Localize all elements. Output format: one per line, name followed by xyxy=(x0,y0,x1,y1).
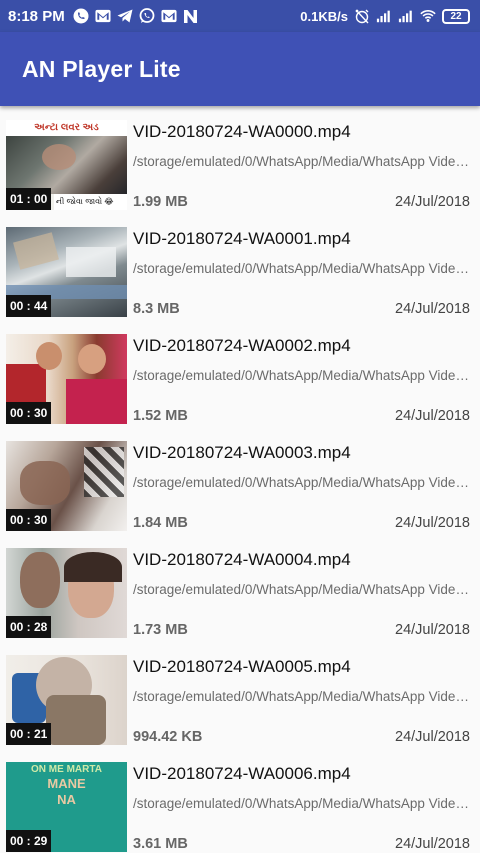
video-title: VID-20180724-WA0006.mp4 xyxy=(133,764,351,783)
duration-badge: 00 : 44 xyxy=(6,295,52,317)
status-bar: 8:18 PM 0.1KB/s 22 xyxy=(0,0,480,32)
video-size: 8.3 MB xyxy=(133,301,180,317)
video-thumbnail: 00 : 44 xyxy=(6,227,127,317)
battery-icon: 22 xyxy=(442,8,470,24)
thumbnail-caption-mid: MANE xyxy=(47,776,86,791)
signal-icon xyxy=(398,8,414,24)
thumbnail-caption-bottom: ની જોવા જાવો 😂 xyxy=(54,194,127,210)
video-path: /storage/emulated/0/WhatsApp/Media/Whats… xyxy=(133,475,471,490)
network-speed: 0.1KB/s xyxy=(300,8,348,24)
thumbnail-caption-bottom: NA xyxy=(57,792,76,807)
video-date: 24/Jul/2018 xyxy=(395,408,470,424)
video-thumbnail: 00 : 21 xyxy=(6,655,127,745)
video-date: 24/Jul/2018 xyxy=(395,194,470,210)
signal-icon xyxy=(376,8,392,24)
n-app-icon xyxy=(183,8,199,24)
duration-badge: 00 : 30 xyxy=(6,402,52,424)
video-list-item[interactable]: 00 : 44 VID-20180724-WA0001.mp4 /storage… xyxy=(0,213,480,320)
app-title: AN Player Lite xyxy=(22,55,181,82)
duration-badge: 01 : 00 xyxy=(6,188,52,210)
whatsapp-icon xyxy=(139,8,155,24)
video-list-item[interactable]: 00 : 30 VID-20180724-WA0002.mp4 /storage… xyxy=(0,320,480,427)
video-date: 24/Jul/2018 xyxy=(395,622,470,638)
video-size: 1.73 MB xyxy=(133,622,188,638)
video-list[interactable]: અન્ટા લવર અડ ની જોવા જાવો 😂 01 : 00 VID-… xyxy=(0,106,480,853)
telegram-icon xyxy=(117,8,133,24)
duration-badge: 00 : 30 xyxy=(6,509,52,531)
video-size: 1.52 MB xyxy=(133,408,188,424)
gmail-icon xyxy=(95,8,111,24)
video-list-item[interactable]: ON ME MARTA MANE NA 00 : 29 VID-20180724… xyxy=(0,748,480,853)
video-thumbnail: 00 : 28 xyxy=(6,548,127,638)
video-list-item[interactable]: 00 : 30 VID-20180724-WA0003.mp4 /storage… xyxy=(0,427,480,534)
video-path: /storage/emulated/0/WhatsApp/Media/Whats… xyxy=(133,582,471,597)
video-path: /storage/emulated/0/WhatsApp/Media/Whats… xyxy=(133,154,471,169)
video-size: 994.42 KB xyxy=(133,729,203,745)
status-bar-right: 0.1KB/s 22 xyxy=(300,8,470,24)
video-path: /storage/emulated/0/WhatsApp/Media/Whats… xyxy=(133,796,471,811)
video-path: /storage/emulated/0/WhatsApp/Media/Whats… xyxy=(133,689,471,704)
video-title: VID-20180724-WA0005.mp4 xyxy=(133,657,351,676)
status-bar-left: 8:18 PM xyxy=(8,8,199,25)
video-thumbnail: અન્ટા લવર અડ ની જોવા જાવો 😂 01 : 00 xyxy=(6,120,127,210)
video-list-item[interactable]: 00 : 28 VID-20180724-WA0004.mp4 /storage… xyxy=(0,534,480,641)
video-title: VID-20180724-WA0001.mp4 xyxy=(133,229,351,248)
thumbnail-caption-top: અન્ટા લવર અડ xyxy=(6,120,127,136)
video-thumbnail: ON ME MARTA MANE NA 00 : 29 xyxy=(6,762,127,852)
video-date: 24/Jul/2018 xyxy=(395,301,470,317)
video-size: 1.99 MB xyxy=(133,194,188,210)
video-thumbnail: 00 : 30 xyxy=(6,441,127,531)
app-bar: AN Player Lite xyxy=(0,32,480,106)
video-title: VID-20180724-WA0002.mp4 xyxy=(133,336,351,355)
phone-icon xyxy=(73,8,89,24)
video-path: /storage/emulated/0/WhatsApp/Media/Whats… xyxy=(133,261,471,276)
video-date: 24/Jul/2018 xyxy=(395,515,470,531)
video-title: VID-20180724-WA0004.mp4 xyxy=(133,550,351,569)
video-list-item[interactable]: 00 : 21 VID-20180724-WA0005.mp4 /storage… xyxy=(0,641,480,748)
video-thumbnail: 00 : 30 xyxy=(6,334,127,424)
duration-badge: 00 : 28 xyxy=(6,616,52,638)
duration-badge: 00 : 29 xyxy=(6,830,52,852)
video-path: /storage/emulated/0/WhatsApp/Media/Whats… xyxy=(133,368,471,383)
duration-badge: 00 : 21 xyxy=(6,723,52,745)
thumbnail-caption-top: ON ME MARTA xyxy=(31,764,102,775)
video-date: 24/Jul/2018 xyxy=(395,729,470,745)
wifi-icon xyxy=(420,8,436,24)
gmail-icon xyxy=(161,8,177,24)
status-time: 8:18 PM xyxy=(8,7,65,25)
video-title: VID-20180724-WA0003.mp4 xyxy=(133,443,351,462)
video-title: VID-20180724-WA0000.mp4 xyxy=(133,122,351,141)
video-date: 24/Jul/2018 xyxy=(395,836,470,852)
video-size: 3.61 MB xyxy=(133,836,188,852)
video-list-item[interactable]: અન્ટા લવર અડ ની જોવા જાવો 😂 01 : 00 VID-… xyxy=(0,106,480,213)
alarm-off-icon xyxy=(354,8,370,24)
video-size: 1.84 MB xyxy=(133,515,188,531)
